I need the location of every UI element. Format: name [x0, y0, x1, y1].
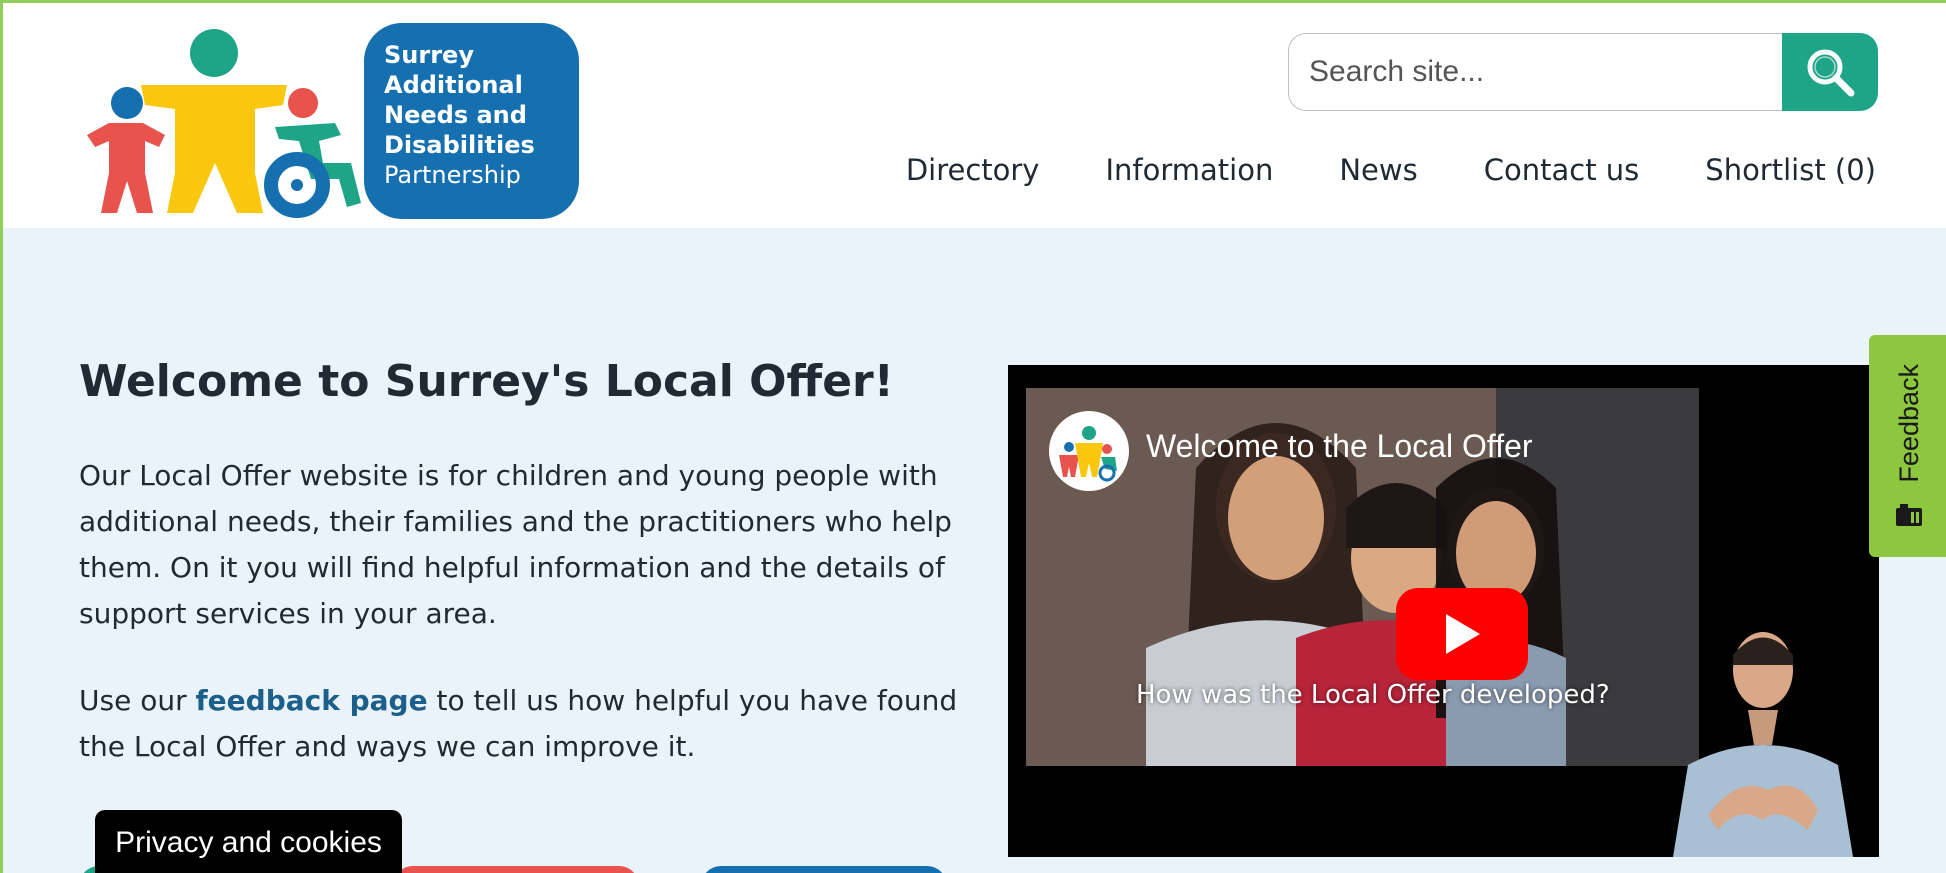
nav-item-information[interactable]: Information — [1105, 153, 1273, 187]
video-thumbnail: Welcome to the Local Offer How was the L… — [1026, 388, 1699, 766]
logo-text-line4: Disabilities — [384, 131, 535, 159]
intro-paragraph: Our Local Offer website is for children … — [79, 459, 952, 630]
feedback-icon — [1896, 504, 1922, 527]
logo-graphic: Surrey Additional Needs and Disabilities… — [87, 23, 579, 219]
site-header: Surrey Additional Needs and Disabilities… — [3, 3, 1946, 228]
channel-logo-icon — [1059, 426, 1117, 482]
feedback-text-before: Use our — [79, 684, 196, 717]
logo-text-line5: Partnership — [384, 161, 521, 189]
page-frame: Surrey Additional Needs and Disabilities… — [0, 0, 1946, 873]
search-bar — [1288, 33, 1878, 111]
logo-text-line2: Additional — [384, 71, 523, 99]
play-button[interactable] — [1396, 588, 1528, 680]
video-player[interactable]: Welcome to the Local Offer How was the L… — [1008, 365, 1879, 857]
video-caption: How was the Local Offer developed? — [1136, 680, 1610, 710]
feedback-tab-label: Feedback — [1893, 363, 1924, 483]
main-content: Welcome to Surrey's Local Offer! Our Loc… — [3, 228, 1946, 873]
main-navigation: Directory Information News Contact us Sh… — [906, 153, 1876, 187]
site-logo[interactable]: Surrey Additional Needs and Disabilities… — [79, 23, 579, 219]
search-input[interactable] — [1288, 33, 1782, 111]
sign-language-interpreter — [1673, 632, 1853, 857]
nav-item-news[interactable]: News — [1339, 153, 1417, 187]
feedback-tab[interactable]: Feedback — [1869, 335, 1946, 557]
feedback-page-link[interactable]: feedback page — [196, 684, 428, 717]
nav-item-contact-us[interactable]: Contact us — [1484, 153, 1640, 187]
channel-avatar[interactable] — [1049, 411, 1129, 491]
logo-text-line1: Surrey — [384, 41, 474, 69]
privacy-cookies-button[interactable]: Privacy and cookies — [95, 810, 402, 873]
search-button[interactable] — [1782, 33, 1878, 111]
logo-text-line3: Needs and — [384, 101, 527, 129]
nav-item-shortlist[interactable]: Shortlist (0) — [1705, 153, 1876, 187]
nav-item-directory[interactable]: Directory — [906, 153, 1040, 187]
video-title[interactable]: Welcome to the Local Offer — [1146, 428, 1533, 465]
action-button-blue[interactable] — [701, 866, 947, 873]
play-icon — [1446, 614, 1480, 654]
action-button-red[interactable] — [393, 866, 639, 873]
page-title: Welcome to Surrey's Local Offer! — [79, 356, 894, 407]
search-icon — [1807, 49, 1855, 97]
feedback-paragraph: Use our feedback page to tell us how hel… — [79, 678, 959, 770]
